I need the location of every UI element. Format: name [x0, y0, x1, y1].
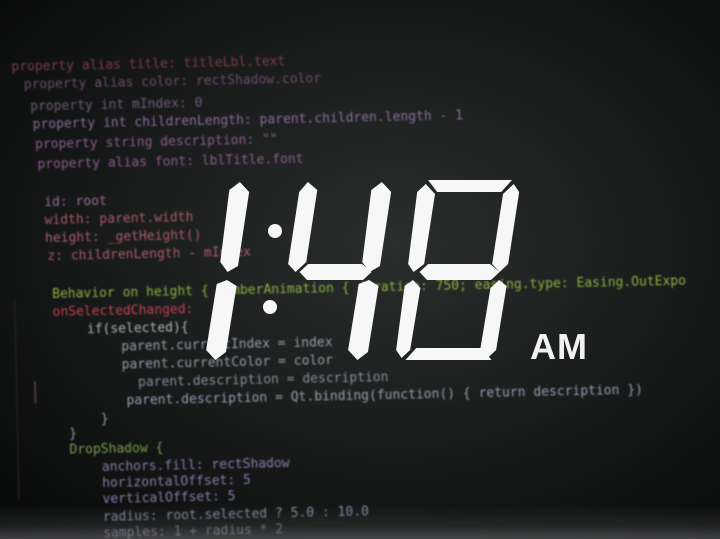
- photo-of-screen: property alias title: titleLbl.text prope…: [0, 0, 720, 539]
- digit-segment: [492, 184, 520, 272]
- code-line: id: root: [44, 193, 108, 211]
- code-line: if(selected){: [86, 320, 189, 338]
- code-line: property alias color: rectShadow.color: [23, 71, 322, 93]
- code-line: onSelectedChanged:: [52, 302, 194, 320]
- digit-8: [396, 180, 520, 360]
- code-line: property alias font: lblTitle.font: [37, 151, 304, 173]
- code-line: property string description: "": [34, 132, 278, 153]
- am-pm-indicator: AM: [530, 326, 588, 367]
- code-line: width: parent.width: [44, 210, 194, 229]
- code-line: anchors.fill: rectShadow: [101, 456, 290, 475]
- digit-segment: [288, 182, 318, 272]
- code-line: property int mIndex: 0: [30, 95, 203, 115]
- code-line: horizontalOffset: 5: [101, 472, 251, 491]
- digit-segment: [405, 348, 492, 360]
- digit-segment: [419, 264, 500, 280]
- digit-segment: [362, 182, 392, 272]
- code-line: property alias title: titleLbl.text: [11, 54, 286, 75]
- digit-1: [206, 182, 250, 360]
- digit-segment: [206, 280, 237, 360]
- digit-segment: [299, 264, 372, 280]
- digit-segment: [220, 182, 250, 272]
- code-line: }: [100, 411, 109, 427]
- code-line: height: _getHeight(): [44, 227, 202, 247]
- screen-bottom-glare: [0, 505, 720, 539]
- digit-4: [288, 182, 392, 360]
- digit-segment: [396, 280, 421, 358]
- gutter-marker: [33, 381, 37, 404]
- digit-segment: [480, 280, 507, 358]
- code-line: parent.description = description: [137, 369, 389, 391]
- digit-segment: [428, 180, 512, 192]
- colon-separator: [263, 224, 282, 314]
- code-line: DropShadow {: [69, 440, 164, 458]
- digit-segment: [408, 184, 436, 272]
- digit-segment: [348, 280, 379, 360]
- gutter-line: [14, 299, 20, 500]
- code-line: }: [68, 426, 78, 442]
